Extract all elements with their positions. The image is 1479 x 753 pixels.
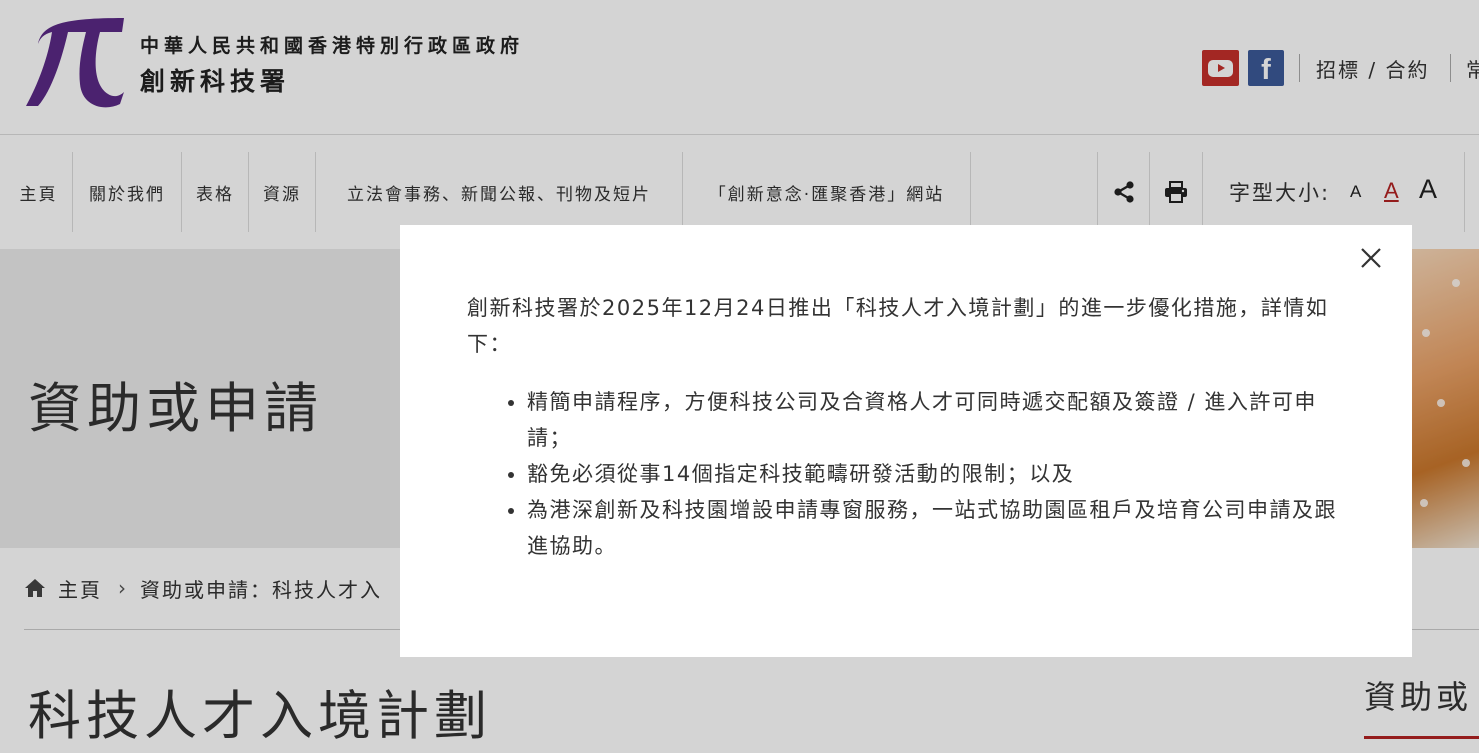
close-icon[interactable] xyxy=(1358,245,1384,271)
modal-body: 創新科技署於2025年12月24日推出「科技人才入境計劃」的進一步優化措施，詳情… xyxy=(467,290,1347,564)
list-item: 為港深創新及科技園增設申請專窗服務，一站式協助園區租戶及培育公司申請及跟進協助。 xyxy=(527,492,1347,564)
list-item: 精簡申請程序，方便科技公司及合資格人才可同時遞交配額及簽證 / 進入許可申請； xyxy=(527,384,1347,456)
list-item: 豁免必須從事14個指定科技範疇研發活動的限制；以及 xyxy=(527,456,1347,492)
page: 中華人民共和國香港特別行政區政府 創新科技署 f 招標 / 合約 常 主頁 關於… xyxy=(0,0,1479,753)
modal-intro: 創新科技署於2025年12月24日推出「科技人才入境計劃」的進一步優化措施，詳情… xyxy=(467,296,1329,356)
modal-bullet-list: 精簡申請程序，方便科技公司及合資格人才可同時遞交配額及簽證 / 進入許可申請； … xyxy=(467,384,1347,564)
announcement-modal: 創新科技署於2025年12月24日推出「科技人才入境計劃」的進一步優化措施，詳情… xyxy=(400,225,1412,657)
